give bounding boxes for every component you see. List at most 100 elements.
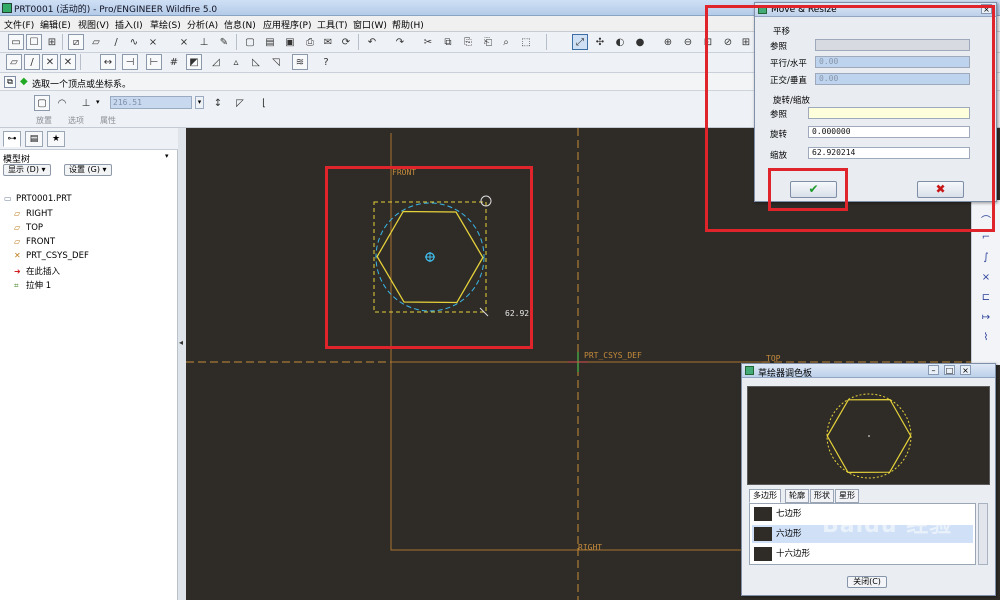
tab-polygon[interactable]: 多边形 xyxy=(749,489,781,503)
spline-tool-icon[interactable]: ∫ xyxy=(978,252,994,266)
annotation-icon[interactable]: ✎ xyxy=(216,34,232,50)
tree-item-csys[interactable]: ✕ PRT_CSYS_DEF xyxy=(14,251,89,261)
new-file-icon[interactable]: ▢ xyxy=(242,34,258,50)
redo-icon[interactable]: ↷ xyxy=(392,34,408,50)
menu-view[interactable]: 视图(V) xyxy=(78,18,109,31)
menu-tools[interactable]: 工具(T) xyxy=(317,18,348,31)
tab-options[interactable]: 选项 xyxy=(68,115,84,126)
minimize-icon[interactable]: – xyxy=(928,365,939,375)
sketch-tool-3-icon[interactable]: ◺ xyxy=(248,54,264,70)
copy-icon[interactable]: ⧉ xyxy=(440,34,456,50)
axis-icon[interactable]: / xyxy=(108,34,124,50)
tab-properties[interactable]: 属性 xyxy=(100,115,116,126)
datum-plane-icon[interactable]: ⧄ xyxy=(68,34,84,50)
vertex-display-icon[interactable]: # xyxy=(166,54,182,70)
menu-insert[interactable]: 插入(I) xyxy=(115,18,143,31)
menu-file[interactable]: 文件(F) xyxy=(4,18,34,31)
tree-item-top[interactable]: ▱ TOP xyxy=(14,223,43,233)
sketch-setup-icon[interactable]: ▭ xyxy=(8,34,24,50)
menu-info[interactable]: 信息(N) xyxy=(224,18,256,31)
tree-item-insert-here[interactable]: ➜ 在此插入 xyxy=(14,265,60,277)
menu-window[interactable]: 窗口(W) xyxy=(353,18,387,31)
tree-item-right[interactable]: ▱ RIGHT xyxy=(14,209,53,219)
sketch-orient-icon[interactable]: ◩ xyxy=(186,54,202,70)
tab-profile[interactable]: 轮廓 xyxy=(785,489,809,503)
plane-icon[interactable]: ▱ xyxy=(88,34,104,50)
curve-icon[interactable]: ∿ xyxy=(126,34,142,50)
flip-direction-icon[interactable]: ↕ xyxy=(210,95,226,111)
model-tree-tab-icon[interactable]: ⊶ xyxy=(3,131,21,147)
paste-special-icon[interactable]: ⎗ xyxy=(480,34,496,50)
dimension-tool-icon[interactable]: ↦ xyxy=(978,312,994,326)
collapse-arrow-icon[interactable]: ◂ xyxy=(179,338,183,347)
display-button[interactable]: 显示 (D) ▾ xyxy=(3,164,51,176)
refit-icon[interactable]: ⤢ xyxy=(572,34,588,50)
modify-tool-icon[interactable]: ⌇ xyxy=(978,332,994,346)
palette-close-icon[interactable]: × xyxy=(960,365,971,375)
grid-display-icon[interactable]: ⊢ xyxy=(146,54,162,70)
constraint-display-icon[interactable]: ⊣ xyxy=(122,54,138,70)
extrude-solid-icon[interactable]: ▢ xyxy=(34,95,50,111)
layers-icon[interactable]: ✣ xyxy=(592,34,608,50)
fillet-tool-icon[interactable]: ⌐ xyxy=(978,232,994,246)
sketch-tool-4-icon[interactable]: ◹ xyxy=(268,54,284,70)
point-display-icon[interactable]: ✕ xyxy=(42,54,58,70)
thicken-icon[interactable]: ⌊ xyxy=(256,95,272,111)
message-log-icon[interactable]: ⧉ xyxy=(4,76,16,88)
favorites-tab-icon[interactable]: ★ xyxy=(47,131,65,147)
list-scrollbar[interactable] xyxy=(978,503,988,565)
menu-sketch[interactable]: 草绘(S) xyxy=(150,18,181,31)
menu-edit[interactable]: 编辑(E) xyxy=(40,18,71,31)
folder-browser-tab-icon[interactable]: ▤ xyxy=(25,131,43,147)
print-icon[interactable]: ⎙ xyxy=(302,34,318,50)
open-file-icon[interactable]: ▤ xyxy=(262,34,278,50)
tab-star[interactable]: 星形 xyxy=(835,489,859,503)
depth-value-dropdown-icon[interactable]: ▾ xyxy=(195,96,204,109)
point-icon[interactable]: × xyxy=(145,34,161,50)
axis-display-icon[interactable]: / xyxy=(24,54,40,70)
close-button[interactable]: 关闭(C) xyxy=(847,576,887,588)
menu-applications[interactable]: 应用程序(P) xyxy=(263,18,311,31)
analysis-icon[interactable]: ⊥ xyxy=(196,34,212,50)
zoom-out-icon[interactable]: ⊖ xyxy=(680,34,696,50)
selection-box-icon[interactable]: ⬚ xyxy=(518,34,534,50)
tree-item-extrude[interactable]: ⌗ 拉伸 1 xyxy=(14,279,51,291)
maximize-icon[interactable]: □ xyxy=(944,365,955,375)
depth-dropdown-icon[interactable]: ▾ xyxy=(96,98,100,106)
sketch-tool-1-icon[interactable]: ◿ xyxy=(208,54,224,70)
sketcher-palette-icon[interactable]: ≋ xyxy=(292,54,308,70)
model-tree-menu-icon[interactable]: ▾ xyxy=(165,152,169,160)
whats-this-icon[interactable]: ? xyxy=(318,54,334,70)
offset-tool-icon[interactable]: ⊏ xyxy=(978,292,994,306)
panel-splitter[interactable]: ◂ xyxy=(178,128,186,600)
appearance-icon[interactable]: ◐ xyxy=(612,34,628,50)
depth-value-input[interactable]: 216.51 xyxy=(110,96,192,109)
tab-placement[interactable]: 放置 xyxy=(36,115,52,126)
cut-icon[interactable]: ✂ xyxy=(420,34,436,50)
csys-display-icon[interactable]: ✕ xyxy=(60,54,76,70)
sketch-view-icon[interactable]: ⊞ xyxy=(44,34,60,50)
point-tool-icon[interactable]: × xyxy=(978,272,994,286)
references-icon[interactable]: ☐ xyxy=(26,34,42,50)
extrude-surface-icon[interactable]: ◠ xyxy=(54,95,70,111)
plane-display-icon[interactable]: ▱ xyxy=(6,54,22,70)
tree-root[interactable]: ▭ PRT0001.PRT xyxy=(4,194,72,204)
menu-help[interactable]: 帮助(H) xyxy=(392,18,424,31)
remove-material-icon[interactable]: ◸ xyxy=(232,95,248,111)
undo-icon[interactable]: ↶ xyxy=(364,34,380,50)
paste-icon[interactable]: ⎘ xyxy=(460,34,476,50)
save-icon[interactable]: ▣ xyxy=(282,34,298,50)
regenerate-icon[interactable]: ⟳ xyxy=(338,34,354,50)
find-icon[interactable]: ⌕ xyxy=(498,34,514,50)
tree-item-front[interactable]: ▱ FRONT xyxy=(14,237,55,247)
depth-option-icon[interactable]: ⊥ xyxy=(78,95,94,111)
display-style-icon[interactable]: ● xyxy=(632,34,648,50)
csys-icon[interactable]: ⨯ xyxy=(176,34,192,50)
dimension-display-icon[interactable]: ↔ xyxy=(100,54,116,70)
email-icon[interactable]: ✉ xyxy=(320,34,336,50)
tab-shape[interactable]: 形状 xyxy=(810,489,834,503)
settings-button[interactable]: 设置 (G) ▾ xyxy=(64,164,112,176)
zoom-in-icon[interactable]: ⊕ xyxy=(660,34,676,50)
sketch-tool-2-icon[interactable]: ▵ xyxy=(228,54,244,70)
menu-analysis[interactable]: 分析(A) xyxy=(187,18,218,31)
